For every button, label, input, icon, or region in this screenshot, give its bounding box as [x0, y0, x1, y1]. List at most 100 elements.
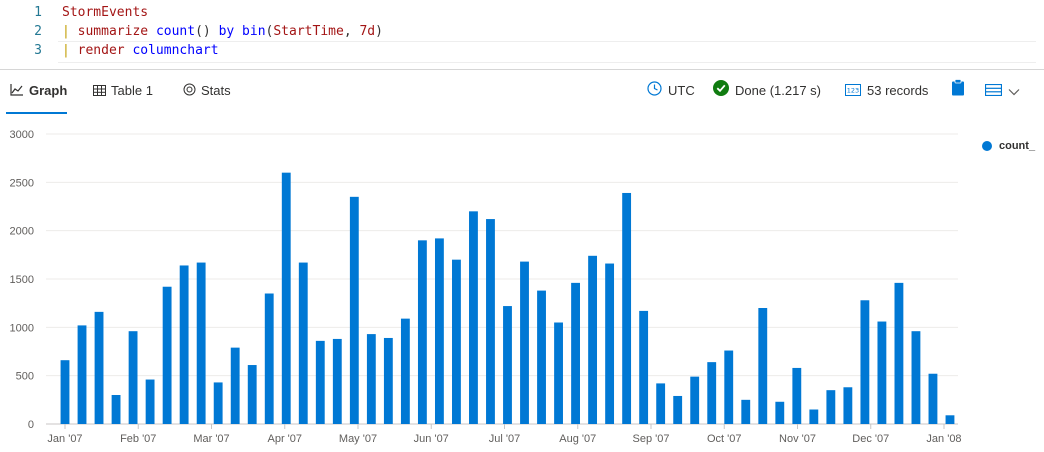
copy-button[interactable]	[951, 72, 971, 112]
chart-bar	[111, 395, 121, 424]
chart-bar	[469, 211, 478, 424]
x-tick-label: Jun '07	[414, 433, 449, 445]
y-tick-label: 1500	[10, 274, 34, 286]
y-tick-label: 500	[16, 371, 34, 383]
chart-bar	[315, 340, 325, 424]
x-tick-label: Sep '07	[633, 433, 670, 445]
code-line-2[interactable]: 2 | summarize count() by bin(StartTime, …	[0, 22, 1044, 42]
svg-text:123: 123	[847, 86, 859, 94]
active-tab-indicator	[6, 112, 67, 114]
chart-bar	[196, 262, 206, 424]
line-number: 2	[34, 24, 42, 39]
chart-bar	[792, 367, 802, 424]
y-tick-label: 2500	[10, 177, 34, 189]
chart-bar	[690, 376, 700, 424]
bin-function: bin	[242, 24, 266, 39]
bin-arg-column: StartTime	[273, 24, 344, 39]
query-editor[interactable]: 1 StormEvents 2 | summarize count() by b…	[0, 0, 1044, 68]
chart-bar	[400, 318, 410, 424]
line-number: 1	[34, 5, 42, 20]
chart-bar	[128, 331, 138, 424]
chart-bar	[230, 347, 240, 424]
editor-separator	[0, 69, 1044, 70]
x-tick-label: Oct '07	[707, 433, 742, 445]
chevron-down-icon	[1008, 73, 1020, 111]
chart-bar	[588, 255, 598, 424]
bin-comma: ,	[343, 24, 360, 39]
chart-bar	[281, 172, 291, 424]
x-tick-label: Jan '07	[47, 433, 82, 445]
y-tick-label: 2000	[10, 226, 34, 238]
render-keyword: render	[77, 43, 125, 58]
chart-bar	[179, 265, 189, 424]
chart-bar	[724, 350, 734, 424]
code-line-3[interactable]: 3 | render columnchart	[0, 41, 1044, 61]
chart-bar	[843, 387, 853, 424]
chart-bar	[911, 331, 921, 424]
chart-bar	[826, 390, 836, 424]
x-tick-label: Mar '07	[193, 433, 229, 445]
clipboard-icon	[951, 73, 965, 111]
chart-bar	[537, 290, 546, 424]
chart-bar	[707, 362, 717, 424]
x-tick-label: Apr '07	[267, 433, 302, 445]
chart-bar	[162, 286, 172, 424]
records-text: 53 records	[867, 83, 929, 98]
tab-graph[interactable]: Graph	[10, 72, 67, 112]
chart-bar	[213, 382, 223, 424]
chart-bar	[298, 262, 308, 424]
column-chart: 0 500 1000 1500 2000 2500 3000 Jan '07 Feb '07 Ma…	[10, 129, 962, 445]
bin-close-paren: )	[375, 24, 383, 39]
chart-bar	[639, 310, 649, 424]
chart-bar	[452, 259, 461, 424]
x-tick-label: Feb '07	[120, 433, 156, 445]
y-tick-label: 3000	[10, 129, 34, 141]
chart-bar	[434, 238, 444, 424]
stats-icon	[183, 73, 196, 111]
count-parens: ()	[195, 24, 211, 39]
chart-bar	[383, 337, 393, 424]
chart-bar	[366, 334, 376, 424]
chart-bar	[673, 395, 683, 424]
chart-bar	[94, 311, 104, 424]
chart-bar	[894, 282, 904, 424]
x-tick-label: Jul '07	[489, 433, 520, 445]
tab-label: Table 1	[111, 83, 153, 98]
chart-bar	[554, 322, 563, 424]
pipe-operator: |	[62, 24, 70, 39]
chart-bar	[809, 409, 819, 424]
chart-legend[interactable]: count_	[982, 140, 1035, 152]
chart-bar	[571, 282, 580, 424]
chart-bar	[758, 308, 768, 424]
legend-swatch	[982, 141, 992, 152]
by-keyword: by	[218, 24, 235, 39]
chart-bar	[775, 401, 785, 424]
x-tick-label: Dec '07	[852, 433, 889, 445]
chart-bar	[503, 306, 512, 424]
timezone-label: UTC	[668, 83, 695, 98]
results-toolbar: Graph Table 1 Stats UTC Done (1.217 s) 1…	[0, 72, 1044, 116]
layout-menu-button[interactable]	[984, 72, 1026, 112]
timezone-selector[interactable]: UTC	[647, 72, 695, 112]
y-tick-label: 0	[28, 419, 34, 431]
chart-bar	[264, 293, 274, 424]
chart-bar	[332, 338, 342, 424]
summarize-keyword: summarize	[77, 24, 149, 39]
tab-stats[interactable]: Stats	[183, 72, 231, 112]
code-line-1[interactable]: 1 StormEvents	[0, 3, 1044, 23]
y-tick-label: 1000	[10, 322, 34, 334]
table-icon	[93, 73, 106, 111]
chart-bar	[417, 240, 427, 424]
tab-table-1[interactable]: Table 1	[93, 72, 153, 112]
chart-bar	[860, 300, 870, 424]
chart-bar	[60, 360, 70, 424]
chart-bar	[928, 373, 938, 424]
chart-bar	[77, 325, 87, 424]
chart-bar	[622, 192, 632, 424]
number-icon: 123	[845, 73, 861, 111]
columnchart-keyword: columnchart	[132, 43, 219, 58]
chart-bar	[877, 321, 887, 424]
chart-bar	[656, 383, 666, 424]
tab-label: Stats	[201, 83, 231, 98]
chart-bar	[145, 379, 155, 424]
